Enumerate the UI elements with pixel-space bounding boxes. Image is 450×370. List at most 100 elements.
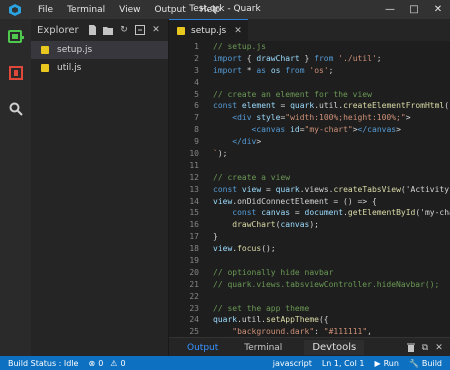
- activity-bar: [0, 19, 31, 356]
- restore-panel-icon[interactable]: ⧉: [418, 343, 432, 353]
- line-text: // create a view: [213, 172, 291, 182]
- js-file-icon: [41, 64, 49, 72]
- quark-logo-icon: [8, 3, 21, 16]
- code-line: 18 view.focus();: [169, 243, 450, 255]
- code-line: 3 import * as os from 'os';: [169, 65, 450, 77]
- line-text: // quark.views.tabsviewController.hideNa…: [213, 279, 440, 289]
- line-text: // setup.js: [213, 42, 266, 51]
- line-number: 11: [189, 160, 199, 170]
- code-line: 23 // set the app theme: [169, 303, 450, 315]
- line-number: 21: [189, 279, 199, 289]
- tab-devtools[interactable]: Devtools: [304, 340, 365, 355]
- js-file-icon: [41, 46, 49, 54]
- language-mode[interactable]: javascript: [268, 359, 317, 368]
- js-file-icon: [177, 27, 185, 35]
- code-line: 13 const view = quark.views.createTabsVie…: [169, 184, 450, 196]
- line-number: 23: [189, 303, 199, 313]
- menu-file[interactable]: File: [31, 5, 60, 15]
- collapse-icon[interactable]: [134, 24, 146, 36]
- close-explorer-icon[interactable]: ✕: [150, 24, 162, 36]
- menu-output[interactable]: Output: [147, 5, 192, 15]
- editor-area: setup.js ✕ 1 // setup.js 2 import { drawCha…: [169, 19, 450, 356]
- close-tab-icon[interactable]: ✕: [234, 26, 242, 36]
- menu-help[interactable]: Help: [193, 5, 228, 15]
- close-icon[interactable]: ✕: [426, 0, 450, 19]
- menu-view[interactable]: View: [112, 5, 147, 15]
- line-number: 16: [189, 220, 199, 230]
- line-number: 13: [189, 184, 199, 194]
- line-text: drawChart(canvas);: [232, 220, 319, 230]
- line-text: quark.util.setAppTheme({: [213, 315, 329, 325]
- code-line: 19: [169, 255, 450, 267]
- code-line: 10 `);: [169, 148, 450, 160]
- tab-terminal[interactable]: Terminal: [236, 343, 290, 353]
- play-icon: ▶: [374, 358, 381, 368]
- wrench-icon: 🔧: [408, 358, 419, 368]
- tab-setup-js[interactable]: setup.js ✕: [169, 19, 248, 42]
- error-icon: ⊗: [88, 358, 96, 368]
- panel-view-icon[interactable]: [0, 55, 31, 91]
- line-number: 8: [194, 125, 199, 135]
- explorer-header: Explorer ↻ ✕: [31, 19, 168, 41]
- error-count[interactable]: ⊗ 0 ⚠ 0: [83, 359, 130, 368]
- code-editor[interactable]: 1 // setup.js 2 import { drawChart } from '…: [169, 41, 450, 350]
- code-line: 20 // optionally hide navbar: [169, 267, 450, 279]
- line-text: const canvas = document.getElementById('…: [232, 208, 450, 218]
- line-text: view.focus();: [213, 244, 276, 254]
- line-text: <div style="width:100%;height:100%;">: [232, 113, 411, 123]
- file-name: setup.js: [57, 45, 93, 55]
- line-text: </div>: [232, 137, 262, 147]
- line-number: 1: [194, 42, 199, 51]
- new-file-icon[interactable]: [86, 24, 98, 36]
- line-number: 18: [189, 244, 199, 254]
- line-number: 12: [189, 172, 199, 182]
- code-line: 4: [169, 77, 450, 89]
- plugin-view-icon[interactable]: [0, 19, 31, 55]
- code-line: 15 const canvas = document.getElementByI…: [169, 207, 450, 219]
- warning-count-value: 0: [120, 358, 126, 368]
- explorer-title: Explorer: [37, 24, 79, 36]
- file-item-setup-js[interactable]: setup.js: [31, 41, 168, 59]
- close-panel-icon[interactable]: ✕: [432, 343, 446, 353]
- line-number: 5: [194, 89, 199, 99]
- code-line: 24 quark.util.setAppTheme({: [169, 314, 450, 326]
- error-count-value: 0: [98, 358, 104, 368]
- explorer-toolbar: ↻ ✕: [86, 24, 162, 36]
- window-controls: — □ ✕: [378, 0, 450, 19]
- build-button[interactable]: 🔧 Build: [404, 359, 450, 368]
- maximize-icon[interactable]: □: [402, 0, 426, 19]
- refresh-icon[interactable]: ↻: [118, 24, 130, 36]
- code-line: 21 // quark.views.tabsviewController.hide…: [169, 279, 450, 291]
- code-line: 11: [169, 160, 450, 172]
- code-line: 16 drawChart(canvas);: [169, 219, 450, 231]
- line-number: 20: [189, 267, 199, 277]
- code-line: 9 </div>: [169, 136, 450, 148]
- build-label: Build: [421, 358, 442, 368]
- code-line: 5 // create an element for the view: [169, 89, 450, 101]
- cursor-position[interactable]: Ln 1, Col 1: [317, 359, 370, 368]
- line-text: import * as os from 'os';: [213, 65, 334, 75]
- code-line: 22: [169, 291, 450, 303]
- code-line: 6 const element = quark.util.createElemen…: [169, 100, 450, 112]
- code-line: 2 import { drawChart } from './util';: [169, 53, 450, 65]
- code-line: 17}: [169, 231, 450, 243]
- line-text: `);: [213, 149, 228, 159]
- line-number: 15: [189, 208, 199, 218]
- new-folder-icon[interactable]: [102, 24, 114, 36]
- menu-terminal[interactable]: Terminal: [60, 5, 112, 15]
- line-text: // create an element for the view: [213, 89, 372, 99]
- tab-output[interactable]: Output: [179, 343, 226, 353]
- line-number: 10: [189, 149, 199, 159]
- file-name: util.js: [57, 63, 82, 73]
- file-item-util-js[interactable]: util.js: [31, 59, 168, 77]
- line-number: 24: [189, 315, 199, 325]
- run-button[interactable]: ▶ Run: [369, 359, 404, 368]
- line-number: 17: [189, 232, 199, 242]
- code-line: 1 // setup.js: [169, 41, 450, 53]
- search-icon[interactable]: [0, 91, 31, 127]
- minimize-icon[interactable]: —: [378, 0, 402, 19]
- line-text: import { drawChart } from './util';: [213, 53, 382, 63]
- title-bar: File Terminal View Output Help Test.qrk …: [0, 0, 450, 19]
- tab-label: setup.js: [191, 26, 227, 36]
- trash-icon[interactable]: [404, 343, 418, 352]
